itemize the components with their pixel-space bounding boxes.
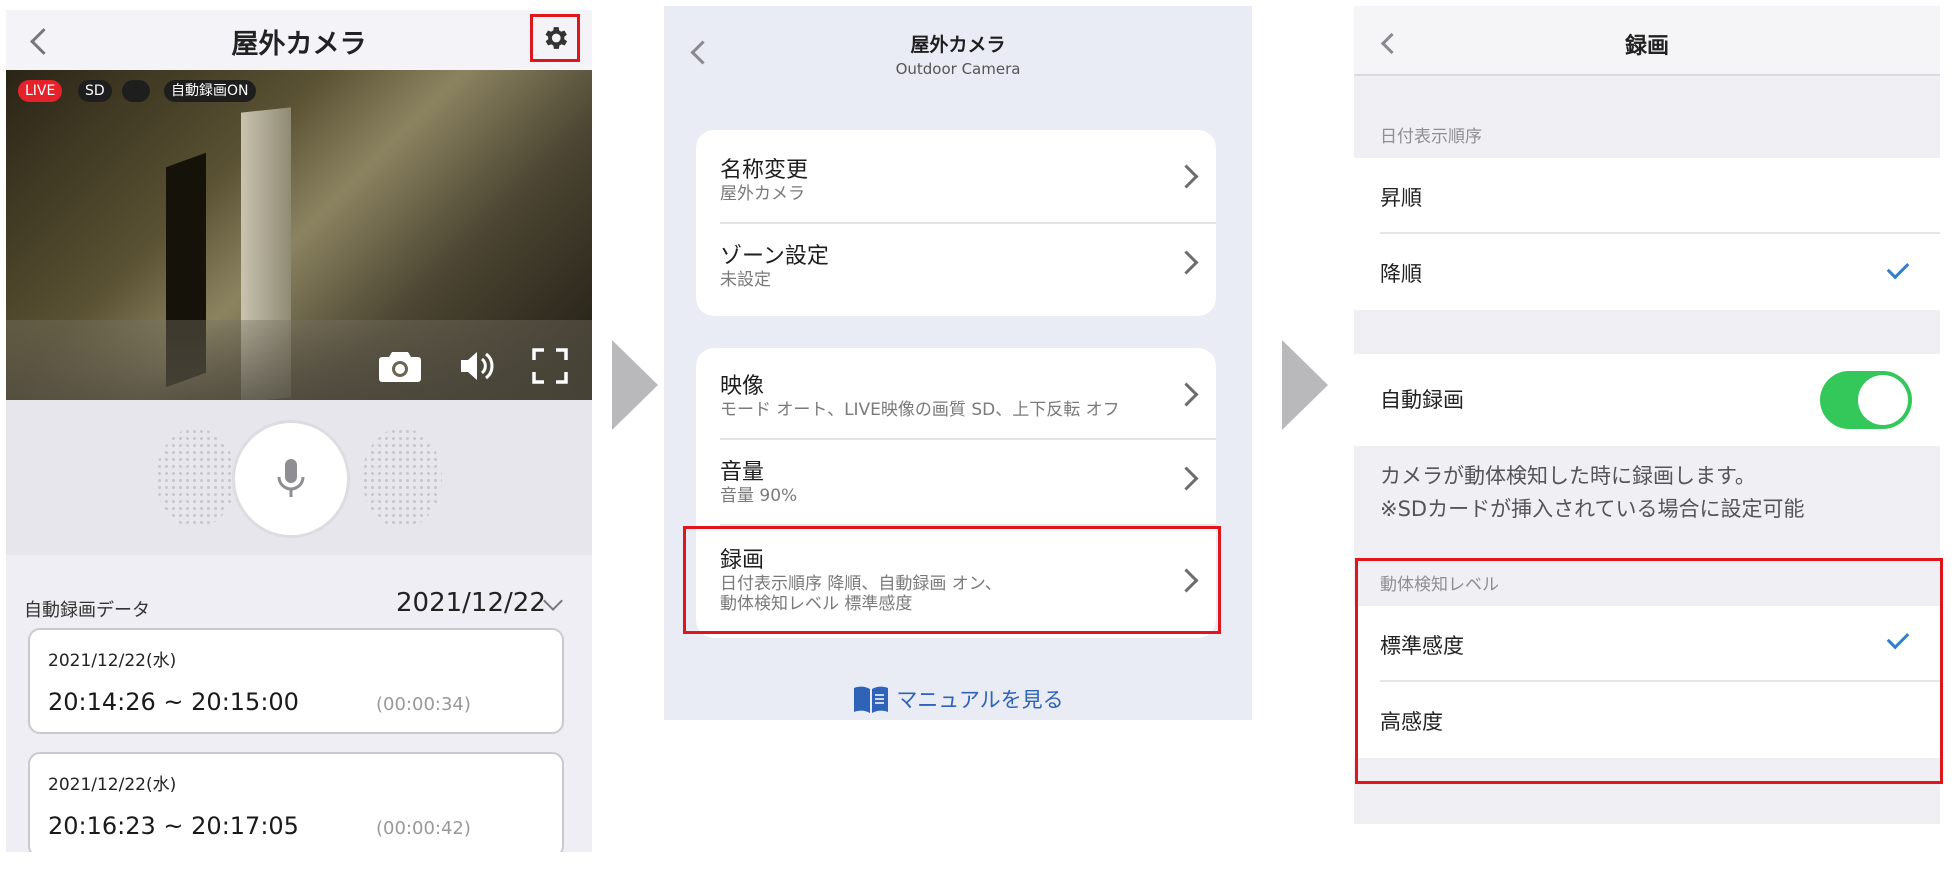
manual-link-label: マニュアルを見る: [896, 688, 1064, 712]
option-descending[interactable]: 降順: [1354, 234, 1940, 310]
auto-record-row: 自動録画: [1354, 354, 1940, 446]
row-title: 名称変更: [720, 158, 809, 183]
step-arrow-icon: [612, 340, 658, 430]
row-subtitle: 音量 90%: [720, 486, 798, 506]
record-duration: (00:00:34): [376, 694, 471, 715]
record-date: 2021/12/22(水): [48, 775, 177, 795]
settings-row-volume[interactable]: 音量 音量 90%: [696, 440, 1216, 524]
chevron-right-icon: [1174, 250, 1199, 275]
panel-bottom-mask: [5, 852, 595, 869]
record-item[interactable]: 2021/12/22(水) 20:16:23 ~ 20:17:05 (00:00…: [28, 752, 564, 858]
camera-icon[interactable]: [378, 348, 422, 384]
record-time-range: 20:16:23 ~ 20:17:05: [48, 812, 299, 840]
row-title: 映像: [720, 374, 765, 399]
description-line: ※SDカードが挿入されている場合に設定可能: [1380, 497, 1805, 521]
row-title: ゾーン設定: [720, 244, 829, 269]
night-mode-badge: [122, 80, 150, 102]
chevron-right-icon: [1174, 164, 1199, 189]
settings-row-zone[interactable]: ゾーン設定 未設定: [696, 224, 1216, 316]
page-title: 屋外カメラ: [231, 29, 367, 60]
settings-screen: 屋外カメラ Outdoor Camera 名称変更 屋外カメラ ゾーン設定 未設…: [664, 6, 1252, 720]
record-date: 2021/12/22(水): [48, 651, 177, 671]
checkmark-icon: [1886, 256, 1910, 280]
talk-button[interactable]: [232, 420, 350, 538]
record-time-range: 20:14:26 ~ 20:15:00: [48, 688, 299, 716]
record-item[interactable]: 2021/12/22(水) 20:14:26 ~ 20:15:00 (00:00…: [28, 628, 564, 734]
row-subtitle: 未設定: [720, 270, 771, 290]
fullscreen-icon[interactable]: [532, 348, 568, 384]
option-label: 昇順: [1380, 186, 1422, 210]
date-selector[interactable]: 2021/12/22: [396, 588, 546, 618]
auto-record-label: 自動録画: [1380, 388, 1464, 412]
settings-button[interactable]: [530, 14, 580, 62]
settings-row-video[interactable]: 映像 モード オート、LIVE映像の画質 SD、上下反転 オフ: [696, 348, 1216, 438]
page-subtitle: Outdoor Camera: [895, 60, 1021, 78]
section-label-date-order: 日付表示順序: [1380, 127, 1482, 147]
record-duration: (00:00:42): [376, 818, 471, 839]
dots-decoration-right: [362, 428, 442, 528]
manual-link[interactable]: マニュアルを見る: [664, 684, 1252, 714]
auto-record-badge: 自動録画ON: [164, 80, 256, 102]
settings-row-rename[interactable]: 名称変更 屋外カメラ: [696, 130, 1216, 222]
settings-group-general: 名称変更 屋外カメラ ゾーン設定 未設定: [696, 130, 1216, 316]
auto-record-toggle[interactable]: [1820, 371, 1912, 429]
highlight-box: [683, 526, 1221, 634]
microphone-icon: [277, 459, 305, 497]
description-line: カメラが動体検知した時に録画します。: [1380, 464, 1756, 488]
toggle-knob: [1858, 375, 1908, 425]
option-label: 降順: [1380, 262, 1422, 286]
dots-decoration-left: [156, 428, 236, 528]
date-order-list: 昇順 降順: [1354, 158, 1940, 310]
records-label: 自動録画データ: [24, 600, 150, 621]
gear-icon: [545, 27, 568, 49]
highlight-box: [1355, 558, 1943, 784]
video-scene-floor: [6, 320, 592, 400]
live-video[interactable]: LIVE SD 自動録画ON: [6, 70, 592, 400]
speaker-icon[interactable]: [458, 348, 498, 384]
page-title: 屋外カメラ: [910, 34, 1006, 56]
chevron-down-icon[interactable]: [543, 591, 563, 611]
page-title: 録画: [1624, 34, 1669, 59]
book-icon: [854, 686, 889, 713]
row-subtitle: モード オート、LIVE映像の画質 SD、上下反転 オフ: [720, 400, 1120, 420]
camera-view-screen: 屋外カメラ LIVE SD 自動録画ON 自動録画データ 2021/12/22 …: [6, 10, 592, 869]
chevron-right-icon: [1174, 466, 1199, 491]
row-subtitle: 屋外カメラ: [720, 184, 805, 204]
sd-badge: SD: [78, 80, 112, 102]
row-title: 音量: [720, 460, 765, 485]
chevron-right-icon: [1174, 382, 1199, 407]
step-arrow-icon: [1282, 340, 1328, 430]
live-badge: LIVE: [18, 80, 63, 102]
auto-record-description: カメラが動体検知した時に録画します。 ※SDカードが挿入されている場合に設定可能: [1380, 460, 1804, 526]
option-ascending[interactable]: 昇順: [1354, 158, 1940, 232]
